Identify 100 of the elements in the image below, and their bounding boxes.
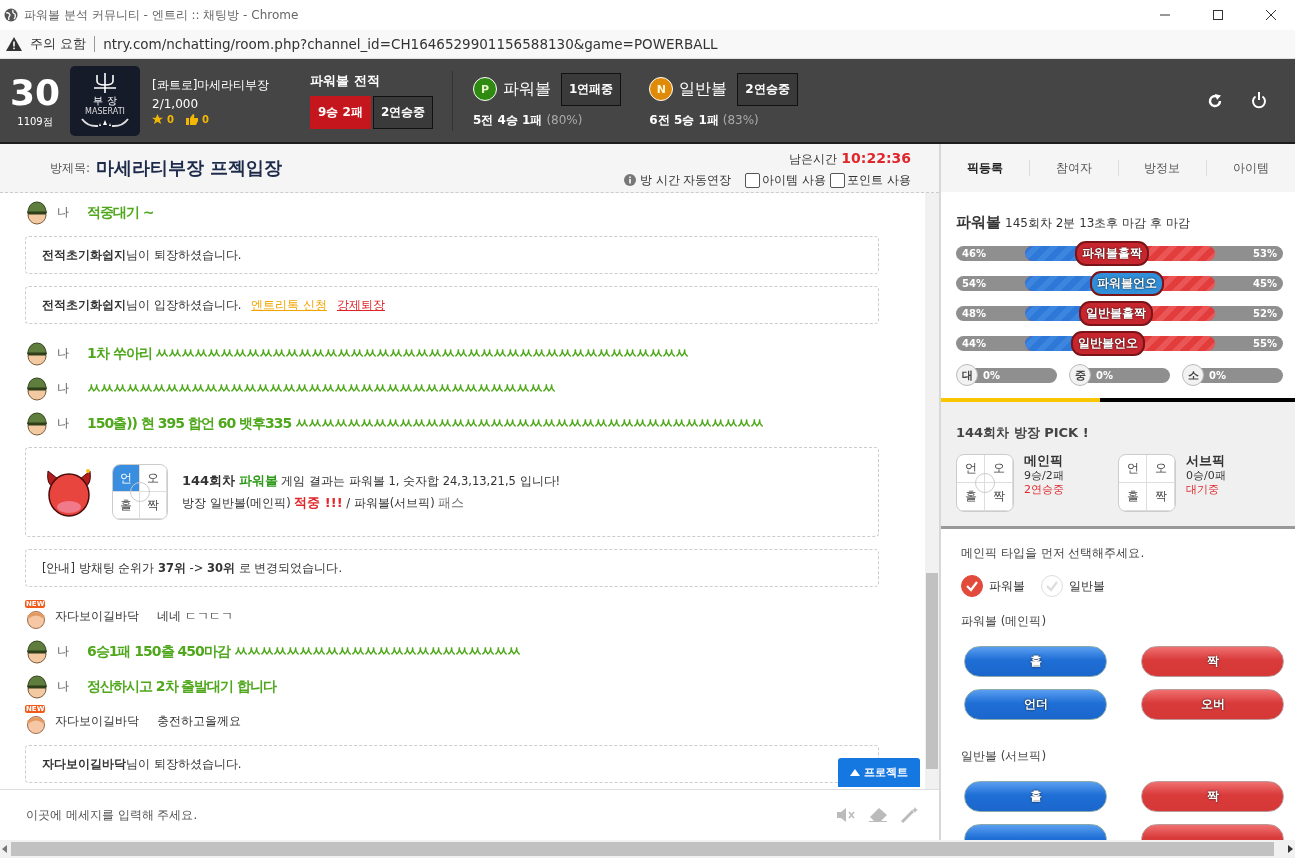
laurel-icon [80, 117, 130, 129]
window-title: 파워볼 분석 커뮤니티 - 엔트리 :: 채팅방 - Chrome [24, 6, 299, 24]
room-title: 마세라티부장 프젝입장 [96, 156, 283, 180]
message-text: 150출)) 현 395 합언 60 뱃후335 ㅆㅆㅆㅆㅆㅆㅆㅆㅆㅆㅆㅆㅆㅆㅆㅆㅆㅆㅆㅆㅆㅆㅆㅆㅆㅆㅆㅆㅆㅆㅆㅆㅆㅆㅆㅆ [87, 414, 764, 433]
message-text: 네네 ㄷㄱㄷㄱ [157, 608, 233, 625]
message-text: 6승1패 150출 450마감 ㅆㅆㅆㅆㅆㅆㅆㅆㅆㅆㅆㅆㅆㅆㅆㅆㅆㅆㅆㅆㅆㅆ [87, 642, 520, 661]
percent-text: 55% [1253, 337, 1277, 351]
hint-text: 메인픽 타입을 먼저 선택해주세요. [961, 545, 1146, 562]
grid-cell[interactable]: 오 [985, 455, 1013, 483]
size-icon: 소 [1182, 364, 1204, 386]
grid-cell[interactable]: 홀 [957, 483, 985, 511]
pick-button[interactable]: 언더 [964, 689, 1107, 720]
game-name: 일반볼 [679, 78, 728, 100]
level-number: 30 [8, 72, 62, 113]
bet-type-label: 파워볼홀짝 [1074, 241, 1149, 266]
tab[interactable]: 참여자 [1028, 160, 1118, 176]
group-title: 일반볼 (서브픽) [961, 748, 1048, 765]
grid-cell[interactable]: 짝 [1147, 483, 1175, 511]
user-name[interactable]: 나 [57, 678, 69, 695]
tab[interactable]: 방정보 [1117, 160, 1207, 176]
pick-record: 9승/2패 [1024, 469, 1064, 483]
grid-cell[interactable]: 언 [957, 455, 985, 483]
message-text: ㅆㅆㅆㅆㅆㅆㅆㅆㅆㅆㅆㅆㅆㅆㅆㅆㅆㅆㅆㅆㅆㅆㅆㅆㅆㅆㅆㅆㅆㅆㅆㅆㅆㅆㅆㅆ [87, 379, 555, 398]
notice-text: 전적초기화쉽지님이 입장하셨습니다. [42, 297, 242, 313]
streak-label: 2연승중 [737, 72, 798, 106]
pick-status: 대기중 [1186, 483, 1220, 497]
grid-cell[interactable]: 오 [140, 465, 167, 492]
pick-name: 메인픽 [1024, 454, 1064, 468]
ball-icon: N [649, 77, 674, 101]
tab[interactable]: 아이템 [1206, 160, 1295, 176]
pick-button[interactable]: 홀 [964, 646, 1107, 677]
points-text: 1109점 [16, 114, 54, 129]
pick-title: 144회차 방장 PICK ! [956, 424, 1090, 442]
like-count: 0 [201, 113, 209, 125]
group-title: 파워볼 (메인픽) [961, 613, 1048, 630]
percent-text: 0% [1209, 369, 1226, 381]
grid-cell[interactable]: 오 [1147, 455, 1175, 483]
link[interactable]: 강제퇴장 [336, 297, 385, 313]
user-name[interactable]: 나 [57, 415, 69, 432]
percent-text: 53% [1253, 247, 1277, 261]
user-name[interactable]: 자다보이길바닥 [55, 608, 139, 625]
percent-text: 0% [983, 369, 1000, 381]
user-name[interactable]: 나 [57, 204, 69, 221]
power-icon[interactable] [1251, 92, 1267, 109]
pick-button[interactable]: 짝 [1141, 646, 1284, 677]
grid-cell[interactable]: 홀 [1119, 483, 1147, 511]
bet-type-label: 파워볼언오 [1090, 271, 1165, 296]
round-info: 145회차 2분 13초후 마감 후 마감 [1005, 216, 1190, 230]
refresh-icon[interactable] [1207, 92, 1223, 109]
pick-button[interactable]: 홀 [964, 781, 1107, 812]
option-label[interactable]: 아이템 사용 [762, 171, 827, 189]
win-rate: (80%) [546, 112, 583, 127]
user-name[interactable]: 나 [57, 380, 69, 397]
avatar-icon [25, 639, 49, 664]
avatar-icon [25, 674, 49, 699]
star-count: 0 [167, 113, 174, 125]
avatar-icon [25, 376, 49, 401]
check-icon[interactable] [961, 575, 983, 597]
grid-cell[interactable]: 홀 [113, 492, 140, 519]
user-name: [콰트로]마세라티부장 [152, 76, 271, 94]
security-label[interactable]: 주의 요함 [30, 35, 87, 53]
badge-brand: MASERATI [85, 107, 125, 116]
project-button[interactable]: 프로젝트 [838, 758, 920, 787]
user-name[interactable]: 자다보이길바닥 [55, 713, 139, 730]
pick-button[interactable]: 오버 [1141, 689, 1284, 720]
ball-icon: P [473, 77, 497, 101]
bet-type-label: 일반볼홀짝 [1078, 301, 1153, 326]
user-name[interactable]: 나 [57, 643, 69, 660]
close-icon[interactable] [1265, 9, 1277, 21]
message-input[interactable]: 이곳에 메세지를 입력해 주세요. [24, 807, 823, 823]
grid-cell[interactable]: 짝 [140, 492, 167, 519]
checkbox[interactable] [830, 172, 846, 188]
type-label[interactable]: 일반볼 [1069, 577, 1105, 595]
message-text: 충전하고올께요 [157, 713, 241, 730]
avatar-icon [25, 411, 49, 436]
type-label[interactable]: 파워볼 [989, 577, 1025, 595]
message-text: 적중대기 ~ [87, 203, 154, 222]
record-title: 파워볼 전적 [310, 72, 381, 90]
game-title: 파워볼 [956, 213, 1001, 231]
checkbox[interactable] [745, 172, 761, 188]
grid-cell[interactable]: 짝 [985, 483, 1013, 511]
grid-cell[interactable]: 언 [1119, 455, 1147, 483]
pick-button[interactable]: 짝 [1141, 781, 1284, 812]
scrollbar[interactable] [0, 840, 1295, 858]
tab[interactable]: 픽등록 [941, 160, 1029, 176]
result-text: 방장 일반볼(메인픽) 적중 !!! / 파워볼(서브픽) 패스 [182, 494, 466, 512]
scrollbar[interactable] [925, 193, 939, 789]
star-icon [152, 113, 163, 125]
url-text[interactable]: ntry.com/nchatting/room.php?channel_id=CH1646529901156588130&game=POWERBALL [103, 36, 718, 52]
user-name[interactable]: 나 [57, 345, 69, 362]
option-label[interactable]: 포인트 사용 [847, 171, 911, 189]
pick-record: 0승/0패 [1186, 469, 1226, 483]
result-text: 144회차 파워볼 게임 결과는 파워볼 1, 숫자합 24,3,13,21,5 입니다! [182, 472, 561, 490]
percent-text: 0% [1096, 369, 1113, 381]
record-result: 9승 2패 [310, 96, 371, 129]
avatar-icon [25, 341, 49, 366]
maximize-icon[interactable] [1212, 9, 1224, 21]
win-rate: (83%) [722, 112, 759, 127]
pick-status: 2연승중 [1024, 483, 1064, 497]
message-text: 정산하시고 2차 출발대기 합니다 [87, 677, 277, 696]
